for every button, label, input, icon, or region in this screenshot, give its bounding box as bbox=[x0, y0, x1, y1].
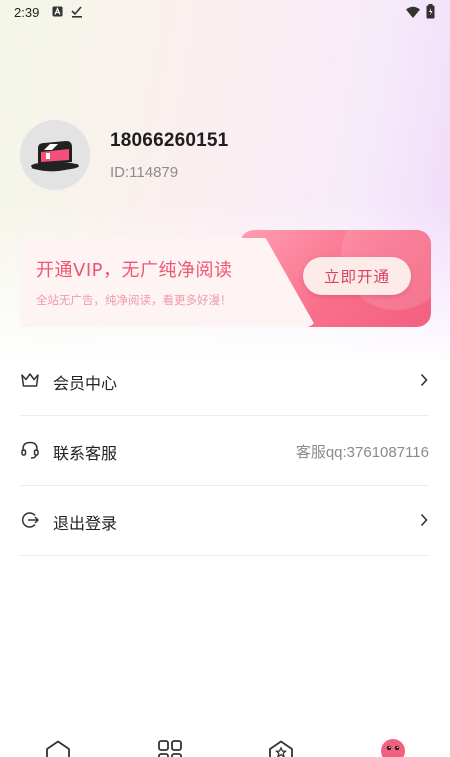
menu-label-logout: 退出登录 bbox=[53, 514, 118, 533]
menu-item-logout[interactable]: 退出登录 bbox=[20, 486, 429, 556]
vip-banner[interactable]: 开通VIP，无广纯净阅读 全站无广告，纯净阅读，看更多好漫！ 立即开通 bbox=[20, 230, 431, 327]
check-download-icon bbox=[71, 6, 82, 18]
battery-icon bbox=[426, 4, 435, 19]
profile-screen: 2:39 18066260151 ID:114879 开通VIP，无广纯净阅读 … bbox=[0, 0, 450, 757]
crown-icon bbox=[21, 373, 39, 387]
notification-a-icon bbox=[52, 6, 63, 17]
user-id: ID:114879 bbox=[110, 164, 179, 181]
user-phone: 18066260151 bbox=[110, 130, 229, 151]
chevron-right-icon bbox=[420, 513, 428, 527]
menu-item-contact-support[interactable]: 联系客服 客服qq:3761087116 bbox=[20, 416, 429, 486]
menu-label-contact-support: 联系客服 bbox=[53, 444, 118, 463]
support-qq-value: 客服qq:3761087116 bbox=[295, 444, 429, 461]
status-bar: 2:39 bbox=[0, 0, 450, 26]
open-vip-button[interactable]: 立即开通 bbox=[303, 257, 411, 295]
hat-logo-icon bbox=[31, 141, 79, 172]
menu-label-member-center: 会员中心 bbox=[53, 374, 118, 393]
wifi-icon bbox=[406, 6, 420, 18]
home-icon[interactable] bbox=[45, 740, 71, 757]
bottom-tab-bar bbox=[0, 732, 450, 757]
settings-menu: 会员中心 联系客服 客服qq:3761087116 退出登录 bbox=[20, 346, 429, 556]
vip-banner-card bbox=[20, 238, 316, 327]
avatar[interactable] bbox=[20, 120, 90, 190]
grid-icon[interactable] bbox=[158, 740, 182, 757]
mine-face-icon[interactable] bbox=[380, 738, 406, 757]
menu-item-member-center[interactable]: 会员中心 bbox=[20, 346, 429, 416]
chevron-right-icon bbox=[420, 373, 428, 387]
status-time: 2:39 bbox=[14, 5, 40, 20]
vip-title: 开通VIP，无广纯净阅读 bbox=[36, 260, 233, 281]
vip-subtitle: 全站无广告，纯净阅读，看更多好漫！ bbox=[36, 293, 232, 307]
star-house-icon[interactable] bbox=[268, 740, 294, 757]
headset-icon bbox=[21, 441, 39, 459]
logout-icon bbox=[21, 512, 40, 528]
